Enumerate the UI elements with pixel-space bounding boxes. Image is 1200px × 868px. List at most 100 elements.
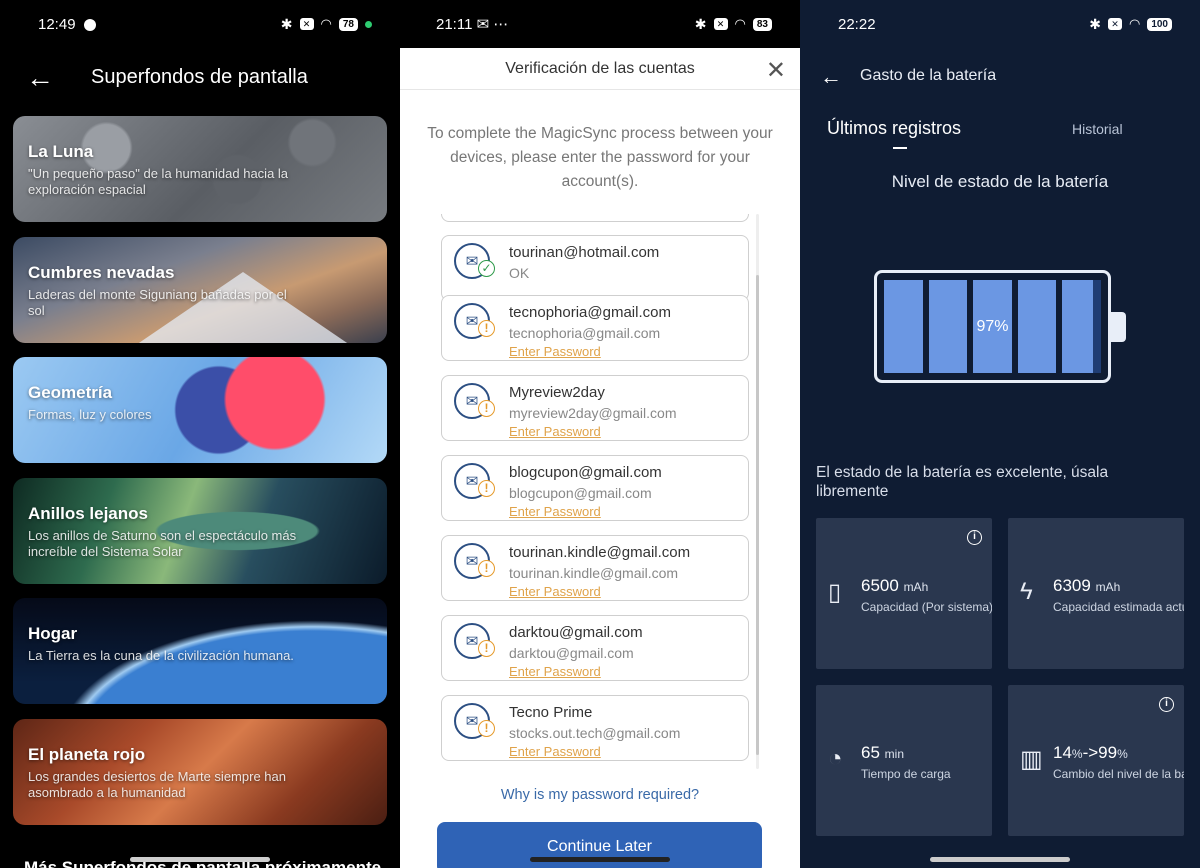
bluetooth-icon: ✱ bbox=[1089, 15, 1101, 32]
enter-password-link[interactable]: Enter Password bbox=[509, 504, 601, 519]
account-item[interactable]: ✉ ✓ tourinan@hotmail.com OK bbox=[441, 235, 749, 301]
battery-badge: 78 bbox=[338, 17, 358, 31]
page-title: Gasto de la batería bbox=[860, 67, 997, 84]
mail-icon: ✉ bbox=[476, 16, 490, 33]
account-item-partial[interactable] bbox=[441, 214, 749, 222]
card-label: Tiempo de carga bbox=[861, 767, 951, 781]
back-arrow-icon[interactable]: ← bbox=[26, 62, 54, 94]
account-item[interactable]: ✉ ! blogcupon@gmail.com blogcupon@gmail.… bbox=[441, 455, 749, 521]
status-bar: 12:49 ✱ ✕ ◠ 78 bbox=[0, 0, 400, 48]
page-title: Superfondos de pantalla bbox=[91, 66, 308, 88]
enter-password-link[interactable]: Enter Password bbox=[509, 344, 601, 359]
card-value: 65 bbox=[861, 743, 880, 762]
back-arrow-icon[interactable]: ← bbox=[820, 64, 842, 90]
battery-usage-screen: 22:22 ✱ ✕ ◠ 100 ← Gasto de la batería Úl… bbox=[800, 0, 1200, 868]
battery-badge: 100 bbox=[1147, 17, 1172, 31]
bluetooth-icon: ✱ bbox=[694, 15, 707, 32]
card-value-range: ->99 bbox=[1082, 743, 1118, 762]
battery-health-text: El estado de la batería es excelente, ús… bbox=[816, 464, 1109, 500]
card-label: Capacidad estimada actual bbox=[1053, 600, 1184, 614]
why-password-link[interactable]: Why is my password required? bbox=[400, 787, 800, 803]
status-bar: 21:11 ✉ ⋯ ✱ ✕ ◠ 83 bbox=[400, 0, 800, 48]
home-indicator[interactable] bbox=[530, 857, 670, 862]
card-unit: mAh bbox=[903, 580, 929, 594]
status-bar: 22:22 ✱ ✕ ◠ 100 bbox=[800, 0, 1200, 48]
intro-text: To complete the MagicSync process betwee… bbox=[427, 125, 773, 190]
home-indicator[interactable] bbox=[930, 857, 1070, 862]
card-value: 6309 bbox=[1053, 576, 1091, 595]
wallpaper-card-distant-rings[interactable]: Anillos lejanos Los anillos de Saturno s… bbox=[13, 478, 387, 584]
tab-recent-records[interactable]: Últimos registros bbox=[827, 118, 961, 139]
card-label: Capacidad (Por sistema) bbox=[861, 600, 992, 614]
wallpaper-title: Cumbres nevadas bbox=[28, 263, 175, 282]
warning-icon: ! bbox=[478, 400, 495, 417]
charge-time-card[interactable]: ◔ 65 min Tiempo de carga bbox=[816, 685, 992, 836]
info-icon[interactable]: i bbox=[1159, 697, 1174, 712]
battery-percent: 97% bbox=[976, 318, 1009, 335]
info-icon[interactable]: i bbox=[967, 530, 982, 545]
capacity-card[interactable]: i ▯ 6500 mAh Capacidad (Por sistema) bbox=[816, 518, 992, 669]
account-verification-screen: 21:11 ✉ ⋯ ✱ ✕ ◠ 83 Verificación de las c… bbox=[400, 0, 800, 868]
scrollbar-thumb[interactable] bbox=[756, 275, 759, 755]
status-time: 12:49 bbox=[38, 15, 76, 33]
dialog-title: Verificación de las cuentas bbox=[505, 60, 695, 77]
status-time: 22:22 bbox=[838, 15, 876, 33]
speedometer-icon: ◔ bbox=[828, 745, 843, 772]
account-detail: tourinan.kindle@gmail.com bbox=[509, 565, 679, 581]
battery-badge: 83 bbox=[752, 17, 772, 31]
check-icon: ✓ bbox=[478, 260, 495, 277]
wallpaper-title: Geometría bbox=[28, 383, 113, 402]
lightning-icon: ϟ bbox=[1020, 578, 1033, 605]
account-detail: stocks.out.tech@gmail.com bbox=[509, 725, 681, 741]
wallpaper-title: Anillos lejanos bbox=[28, 504, 148, 523]
enter-password-link[interactable]: Enter Password bbox=[509, 584, 601, 599]
wallpaper-card-home[interactable]: Hogar La Tierra es la cuna de la civiliz… bbox=[13, 598, 387, 704]
wallpaper-card-snowy-peaks[interactable]: Cumbres nevadas Laderas del monte Siguni… bbox=[13, 237, 387, 343]
active-tab-indicator bbox=[893, 147, 907, 149]
account-item[interactable]: ✉ ! darktou@gmail.com darktou@gmail.com … bbox=[441, 615, 749, 681]
account-list: ✉ ✓ tourinan@hotmail.com OK ✉ ! tecnopho… bbox=[441, 214, 749, 769]
level-change-card[interactable]: i ▥ 14%->99% Cambio del nivel de la bate… bbox=[1008, 685, 1184, 836]
estimated-capacity-card[interactable]: ϟ 6309 mAh Capacidad estimada actual bbox=[1008, 518, 1184, 669]
enter-password-link[interactable]: Enter Password bbox=[509, 424, 601, 439]
card-unit: mAh bbox=[1095, 580, 1121, 594]
close-icon[interactable]: ✕ bbox=[766, 56, 786, 85]
wallpaper-subtitle: "Un pequeño paso" de la humanidad hacia … bbox=[28, 166, 289, 197]
wallpapers-screen: 12:49 ✱ ✕ ◠ 78 ← Superfondos de pantalla… bbox=[0, 0, 400, 868]
battery-terminal bbox=[1111, 312, 1126, 342]
warning-icon: ! bbox=[478, 320, 495, 337]
account-item[interactable]: ✉ ! Tecno Prime stocks.out.tech@gmail.co… bbox=[441, 695, 749, 761]
dialog-header: Verificación de las cuentas ✕ bbox=[400, 48, 800, 90]
warning-icon: ! bbox=[478, 640, 495, 657]
wallpaper-card-moon[interactable]: La Luna "Un pequeño paso" de la humanida… bbox=[13, 116, 387, 222]
enter-password-link[interactable]: Enter Password bbox=[509, 664, 601, 679]
account-detail: OK bbox=[509, 265, 530, 281]
battery-list-icon: ▯ bbox=[828, 579, 842, 606]
wallpaper-card-geometry[interactable]: Geometría Formas, luz y colores bbox=[13, 357, 387, 463]
warning-icon: ! bbox=[478, 480, 495, 497]
wifi-icon: ◠ bbox=[734, 16, 746, 31]
wallpaper-subtitle: Formas, luz y colores bbox=[28, 407, 152, 422]
card-value: 14 bbox=[1053, 743, 1072, 762]
wallpaper-card-red-planet[interactable]: El planeta rojo Los grandes desiertos de… bbox=[13, 719, 387, 825]
account-detail: myreview2day@gmail.com bbox=[509, 405, 677, 421]
wallpaper-subtitle: La Tierra es la cuna de la civilización … bbox=[28, 648, 294, 663]
account-item[interactable]: ✉ ! Myreview2day myreview2day@gmail.com … bbox=[441, 375, 749, 441]
account-item[interactable]: ✉ ! tourinan.kindle@gmail.com tourinan.k… bbox=[441, 535, 749, 601]
account-name: tourinan@hotmail.com bbox=[509, 244, 660, 261]
tab-history[interactable]: Historial bbox=[1072, 121, 1123, 137]
account-detail: darktou@gmail.com bbox=[509, 645, 634, 661]
more-dots-icon: ⋯ bbox=[493, 16, 509, 33]
account-detail: blogcupon@gmail.com bbox=[509, 485, 652, 501]
wallpaper-subtitle: Los grandes desiertos de Marte siempre h… bbox=[28, 769, 286, 800]
section-title: Nivel de estado de la batería bbox=[891, 172, 1109, 191]
mute-icon: ✕ bbox=[1107, 18, 1122, 30]
wifi-icon: ◠ bbox=[320, 16, 332, 31]
account-item[interactable]: ✉ ! tecnophoria@gmail.com tecnophoria@gm… bbox=[441, 295, 749, 361]
account-name: tourinan.kindle@gmail.com bbox=[509, 544, 691, 561]
enter-password-link[interactable]: Enter Password bbox=[509, 744, 601, 759]
wallpaper-subtitle: Laderas del monte Siguniang bañadas por … bbox=[28, 287, 287, 318]
mute-icon: ✕ bbox=[299, 18, 314, 30]
card-value: 6500 bbox=[861, 576, 899, 595]
home-indicator[interactable] bbox=[130, 857, 270, 862]
